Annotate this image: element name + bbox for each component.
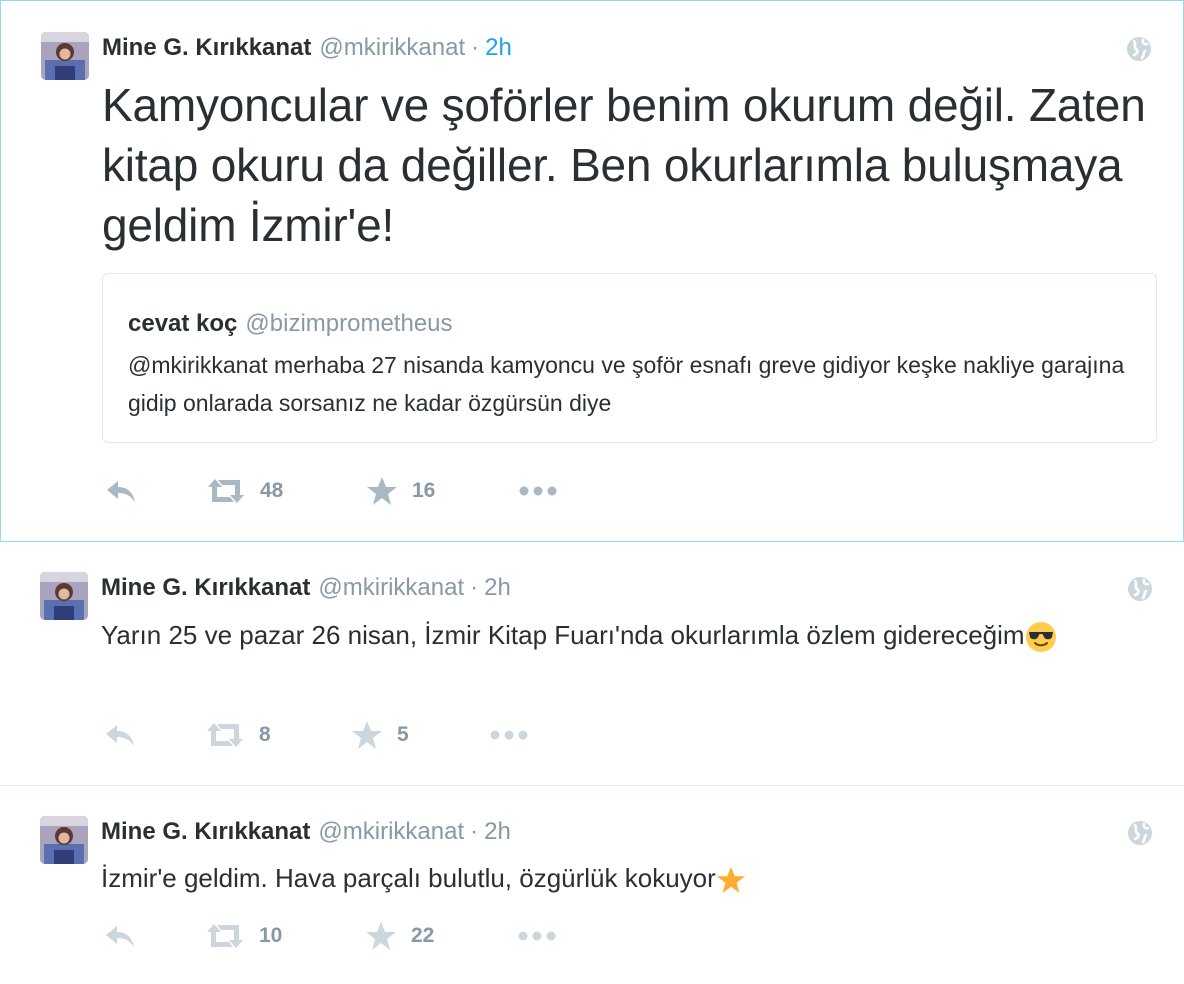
tweet-actions: 8 5 (103, 719, 703, 751)
reply-icon (107, 481, 135, 502)
more-dots-icon (490, 730, 528, 740)
reply-button[interactable] (103, 920, 137, 952)
star-icon (352, 721, 382, 749)
star-icon (367, 477, 397, 505)
avatar[interactable] (40, 572, 88, 620)
more-dots-icon (518, 931, 556, 941)
like-button[interactable]: 16 (366, 475, 435, 507)
more-button[interactable] (518, 475, 558, 507)
tweet-actions: 48 16 (104, 475, 704, 507)
quoted-tweet-header: cevat koç @bizimprometheus (128, 310, 453, 338)
timestamp[interactable]: 2h (484, 574, 511, 602)
tweet-header: Mine G. Kırıkkanat @mkirikkanat · 2h (102, 34, 512, 62)
retweet-button[interactable]: 10 (205, 920, 282, 952)
author-fullname[interactable]: Mine G. Kırıkkanat (102, 34, 311, 62)
author-username[interactable]: @mkirikkanat (319, 34, 465, 62)
globe-icon[interactable] (1126, 575, 1154, 603)
reply-button[interactable] (103, 719, 137, 751)
quoted-tweet[interactable]: cevat koç @bizimprometheus @mkirikkanat … (102, 273, 1157, 443)
sunglasses-emoji-icon (1025, 622, 1056, 653)
tweet-text: Yarın 25 ve pazar 26 nisan, İzmir Kitap … (101, 613, 1141, 657)
tweet[interactable]: Mine G. Kırıkkanat @mkirikkanat · 2h İzm… (0, 786, 1184, 984)
more-dots-icon (519, 486, 557, 496)
separator-dot: · (471, 34, 480, 61)
retweet-count: 48 (260, 479, 284, 502)
timestamp[interactable]: 2h (485, 34, 512, 62)
tweet-text: İzmir'e geldim. Hava parçalı bulutlu, öz… (101, 856, 1141, 900)
quoted-tweet-body: merhaba 27 nisanda kamyoncu ve şoför esn… (128, 352, 1125, 416)
retweet-icon (207, 723, 243, 747)
author-fullname[interactable]: Mine G. Kırıkkanat (101, 574, 310, 602)
star-emoji-icon (716, 867, 745, 894)
retweet-icon (208, 479, 244, 503)
quoted-author-fullname: cevat koç (128, 310, 238, 337)
retweet-count: 8 (259, 723, 271, 746)
more-button[interactable] (517, 920, 557, 952)
author-fullname[interactable]: Mine G. Kırıkkanat (101, 818, 310, 846)
avatar[interactable] (40, 816, 88, 864)
like-button[interactable]: 22 (365, 920, 434, 952)
tweet-header: Mine G. Kırıkkanat @mkirikkanat · 2h (101, 574, 511, 602)
tweet-text: Kamyoncular ve şoförler benim okurum değ… (102, 79, 1146, 251)
tweet[interactable]: Mine G. Kırıkkanat @mkirikkanat · 2h Kam… (0, 0, 1184, 542)
more-button[interactable] (489, 719, 529, 751)
quoted-author-username: @bizimprometheus (245, 310, 453, 337)
retweet-icon (207, 924, 243, 948)
retweet-button[interactable]: 48 (206, 475, 283, 507)
quoted-tweet-text: @mkirikkanat merhaba 27 nisanda kamyoncu… (128, 346, 1138, 422)
reply-icon (106, 725, 134, 746)
separator-dot: · (470, 574, 479, 601)
tweet-header: Mine G. Kırıkkanat @mkirikkanat · 2h (101, 818, 511, 846)
author-username[interactable]: @mkirikkanat (318, 574, 464, 602)
retweet-button[interactable]: 8 (205, 719, 271, 751)
separator-dot: · (470, 818, 479, 845)
reply-button[interactable] (104, 475, 138, 507)
star-icon (366, 922, 396, 950)
globe-icon[interactable] (1125, 35, 1153, 63)
reply-icon (106, 926, 134, 947)
tweet[interactable]: Mine G. Kırıkkanat @mkirikkanat · 2h Yar… (0, 542, 1184, 786)
tweet-body: İzmir'e geldim. Hava parçalı bulutlu, öz… (101, 863, 716, 893)
author-username[interactable]: @mkirikkanat (318, 818, 464, 846)
retweet-count: 10 (259, 924, 283, 947)
avatar[interactable] (41, 32, 89, 80)
like-count: 22 (411, 924, 435, 947)
quoted-mention: @mkirikkanat (128, 352, 268, 378)
like-button[interactable]: 5 (351, 719, 409, 751)
tweet-body: Yarın 25 ve pazar 26 nisan, İzmir Kitap … (101, 620, 1025, 650)
tweet-actions: 10 22 (103, 920, 703, 952)
like-count: 16 (412, 479, 436, 502)
globe-icon[interactable] (1126, 819, 1154, 847)
timestamp[interactable]: 2h (484, 818, 511, 846)
like-count: 5 (397, 723, 409, 746)
